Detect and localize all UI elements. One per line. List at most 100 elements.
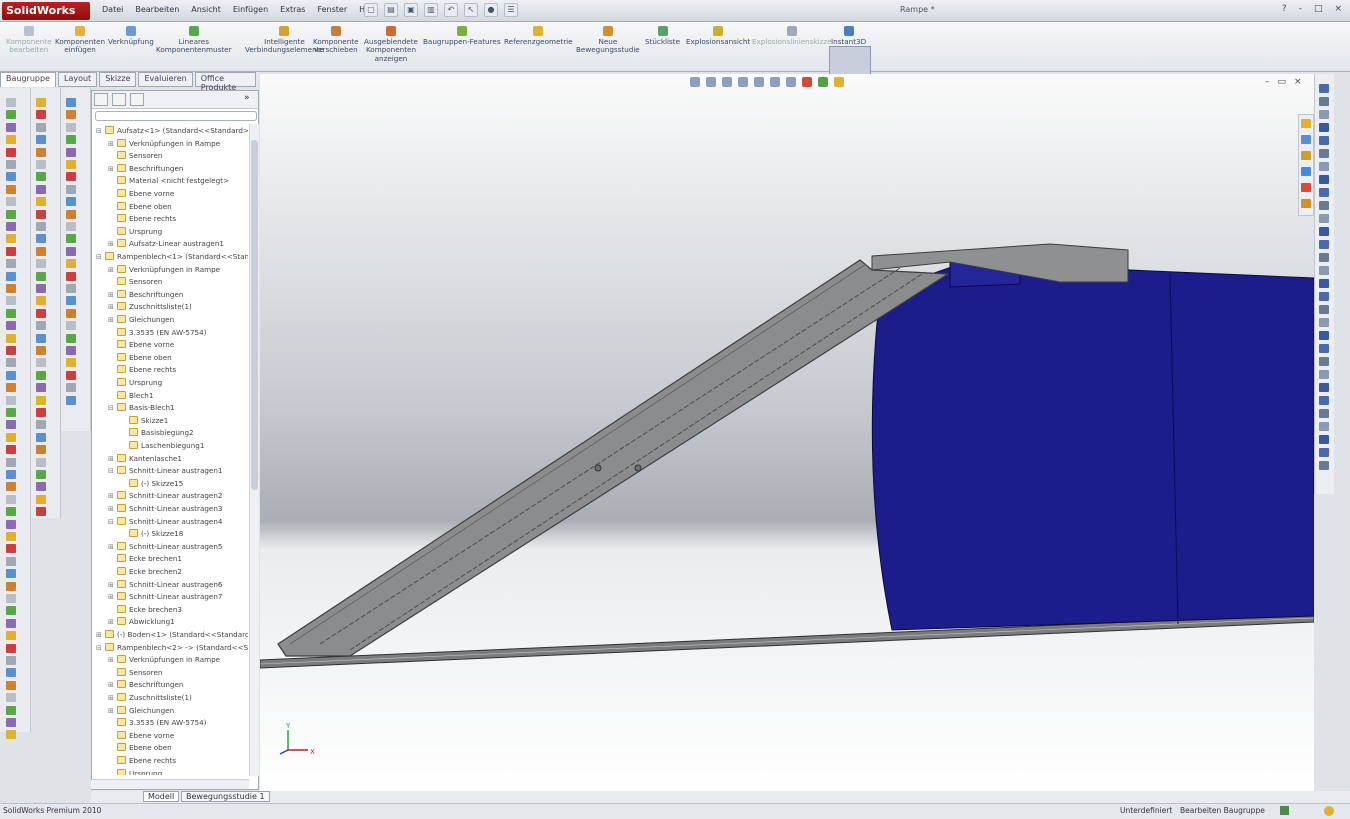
cmd-stückliste[interactable]: Stückliste — [645, 26, 680, 46]
toolbar-tool-icon[interactable] — [36, 507, 46, 517]
toolbar-tool-icon[interactable] — [66, 246, 76, 256]
tree-item[interactable]: Ebene oben — [108, 352, 172, 364]
cmd-komponenten[interactable]: Komponenten einfügen — [55, 26, 105, 55]
sketch-tool-icon[interactable] — [1319, 266, 1329, 275]
toolbar-tool-icon[interactable] — [6, 470, 16, 479]
sketch-tool-icon[interactable] — [1319, 344, 1329, 353]
tree-item[interactable]: ⊞ Schnitt-Linear austragen3 — [108, 503, 222, 515]
toolbar-tool-icon[interactable] — [6, 569, 16, 579]
tree-filter-input[interactable] — [95, 111, 257, 121]
print-icon[interactable]: ▥ — [424, 3, 438, 17]
toolbar-tool-icon[interactable] — [6, 197, 16, 207]
tree-item[interactable]: ⊞ Gleichungen — [108, 314, 174, 326]
tree-item[interactable]: ⊞ Schnitt-Linear austragen5 — [108, 541, 222, 553]
edit-appearance-icon[interactable] — [802, 77, 812, 87]
toolbar-tool-icon[interactable] — [6, 581, 16, 591]
sketch-tool-icon[interactable] — [1319, 305, 1329, 314]
toolbar-tool-icon[interactable] — [6, 482, 16, 492]
tab-modell[interactable]: Modell — [143, 791, 180, 802]
toolbar-tool-icon[interactable] — [66, 160, 76, 169]
view-settings-icon[interactable] — [834, 77, 844, 87]
sketch-tool-icon[interactable] — [1319, 110, 1329, 119]
solidworks-logo[interactable]: SolidWorks — [2, 2, 90, 20]
sketch-tool-icon[interactable] — [1319, 188, 1329, 197]
toolbar-tool-icon[interactable] — [6, 680, 16, 690]
tree-item[interactable]: (-) Skizze15 — [120, 478, 183, 490]
tree-expand-icon[interactable]: ⊞ — [108, 541, 115, 553]
menu-bearbeiten[interactable]: Bearbeiten — [129, 4, 185, 15]
toolbar-tool-icon[interactable] — [6, 370, 16, 380]
tab-evaluieren[interactable]: Evaluieren — [138, 72, 193, 87]
tree-item[interactable]: Laschenbiegung1 — [120, 440, 204, 452]
tree-item[interactable]: ⊟ Rampenblech<2> -> (Standard<<S — [96, 642, 248, 654]
toolbar-tool-icon[interactable] — [66, 395, 76, 405]
toolbar-tool-icon[interactable] — [36, 209, 46, 219]
cmd-verknüpfung[interactable]: Verknüpfung — [108, 26, 154, 46]
toolbar-tool-icon[interactable] — [66, 358, 76, 368]
toolbar-tool-icon[interactable] — [36, 184, 46, 194]
sketch-tool-icon[interactable] — [1319, 279, 1329, 288]
tab-layout[interactable]: Layout — [57, 72, 98, 87]
toolbar-tool-icon[interactable] — [66, 184, 76, 194]
status-units-icon[interactable] — [1280, 806, 1289, 815]
sketch-tool-icon[interactable] — [1319, 123, 1329, 132]
toolbar-tool-icon[interactable] — [36, 98, 46, 107]
sketch-tool-icon[interactable] — [1319, 214, 1329, 223]
toolbar-tool-icon[interactable] — [66, 135, 76, 145]
tree-item[interactable]: ⊞ Beschriftungen — [108, 289, 183, 301]
tree-expand-icon[interactable]: ⊞ — [108, 490, 115, 502]
tree-item[interactable]: ⊞ Schnitt-Linear austragen2 — [108, 490, 222, 502]
menu-einfuegen[interactable]: Einfügen — [227, 4, 274, 15]
tree-item[interactable]: Sensoren — [108, 276, 162, 288]
undo-icon[interactable]: ↶ — [444, 3, 458, 17]
toolbar-tool-icon[interactable] — [36, 234, 46, 244]
toolbar-tool-icon[interactable] — [36, 494, 46, 504]
tree-item[interactable]: Blech1 — [108, 390, 153, 402]
sketch-tool-icon[interactable] — [1319, 162, 1329, 171]
toolbar-tool-icon[interactable] — [6, 532, 16, 541]
sketch-tool-icon[interactable] — [1319, 240, 1329, 249]
sketch-tool-icon[interactable] — [1319, 357, 1329, 366]
tree-item[interactable]: ⊟ Schnitt-Linear austragen1 — [108, 465, 222, 477]
toolbar-tool-icon[interactable] — [36, 333, 46, 343]
toolbar-tool-icon[interactable] — [66, 172, 76, 182]
toolbar-tool-icon[interactable] — [66, 346, 76, 355]
toolbar-tool-icon[interactable] — [6, 308, 16, 318]
tree-expand-icon[interactable]: ⊞ — [108, 654, 115, 666]
tree-expand-icon[interactable]: ⊟ — [108, 516, 115, 528]
viewport-restore-button[interactable]: ▭ — [1278, 77, 1287, 87]
tree-item[interactable]: Skizze1 — [120, 415, 168, 427]
toolbar-tool-icon[interactable] — [66, 333, 76, 343]
toolbar-tool-icon[interactable] — [66, 209, 76, 219]
toolbar-tool-icon[interactable] — [6, 395, 16, 405]
configuration-tab-icon[interactable] — [130, 93, 144, 106]
toolbar-tool-icon[interactable] — [36, 470, 46, 479]
sketch-tool-icon[interactable] — [1319, 97, 1329, 106]
task-pane-icon[interactable] — [1301, 119, 1311, 128]
toolbar-tool-icon[interactable] — [6, 656, 16, 665]
toolbar-tool-icon[interactable] — [6, 122, 16, 132]
tab-bewegungsstudie[interactable]: Bewegungsstudie 1 — [181, 791, 270, 802]
tree-item[interactable]: Ursprung — [108, 226, 162, 238]
toolbar-tool-icon[interactable] — [6, 358, 16, 368]
tree-item[interactable]: ⊞ Zuschnittsliste(1) — [108, 301, 192, 313]
sketch-tool-icon[interactable] — [1319, 292, 1329, 301]
toolbar-tool-icon[interactable] — [6, 147, 16, 157]
tree-expand-icon[interactable]: ⊞ — [108, 692, 115, 704]
tree-item[interactable]: Ebene rechts — [108, 364, 176, 376]
tab-baugruppe[interactable]: Baugruppe — [0, 72, 56, 87]
toolbar-tool-icon[interactable] — [6, 730, 16, 740]
toolbar-tool-icon[interactable] — [6, 420, 16, 430]
sketch-tool-icon[interactable] — [1319, 149, 1329, 158]
sketch-tool-icon[interactable] — [1319, 409, 1329, 418]
tree-expand-icon[interactable]: ⊞ — [108, 616, 115, 628]
tree-item[interactable]: Ebene rechts — [108, 755, 176, 767]
task-pane-icon[interactable] — [1301, 135, 1311, 144]
status-help-icon[interactable] — [1324, 806, 1334, 816]
toolbar-tool-icon[interactable] — [36, 222, 46, 231]
tree-item[interactable]: ⊞ Verknüpfungen in Rampe — [108, 138, 220, 150]
toolbar-tool-icon[interactable] — [36, 346, 46, 355]
tree-expand-icon[interactable]: ⊞ — [108, 705, 115, 717]
tab-skizze[interactable]: Skizze — [99, 72, 137, 87]
sketch-tool-icon[interactable] — [1319, 370, 1329, 379]
